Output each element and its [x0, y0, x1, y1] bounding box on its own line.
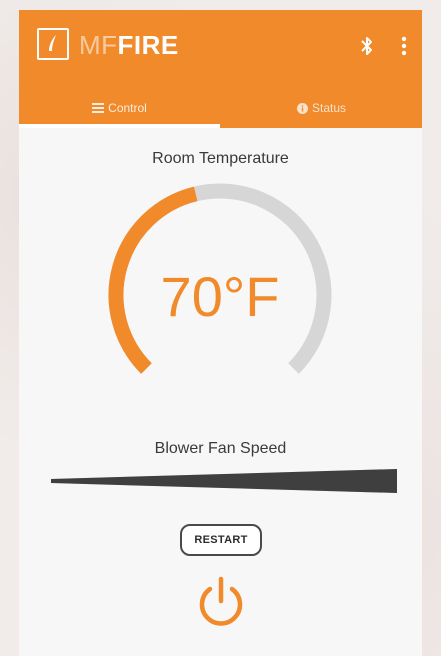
app-logo-text: MFFIRE — [79, 30, 179, 60]
app-screen: MFFIRE Control Status Room Temperature 7… — [19, 10, 422, 656]
tab-control-label: Control — [108, 101, 147, 115]
tab-bar: Control Status — [19, 88, 422, 128]
logo-text-light: MF — [79, 30, 118, 60]
fan-speed-fill — [51, 469, 397, 493]
restart-button[interactable]: RESTART — [180, 524, 262, 556]
bluetooth-icon[interactable] — [360, 36, 374, 56]
tab-status-label: Status — [311, 101, 347, 115]
overflow-menu-icon[interactable] — [401, 36, 407, 56]
app-bar: MFFIRE Control Status — [19, 10, 422, 128]
list-icon — [92, 103, 105, 113]
tab-status[interactable]: Status — [221, 88, 422, 128]
logo-text-bold: FIRE — [117, 30, 179, 60]
flame-logo-icon — [37, 28, 69, 60]
temperature-value: 70°F — [160, 265, 280, 328]
blower-fan-speed-slider[interactable] — [51, 468, 397, 494]
blower-fan-speed-label: Blower Fan Speed — [154, 440, 287, 457]
room-temperature-label: Room Temperature — [152, 150, 289, 167]
info-circle-icon — [296, 102, 308, 114]
active-tab-indicator — [19, 124, 220, 128]
tab-control[interactable]: Control — [19, 88, 220, 128]
power-icon[interactable] — [195, 575, 247, 629]
